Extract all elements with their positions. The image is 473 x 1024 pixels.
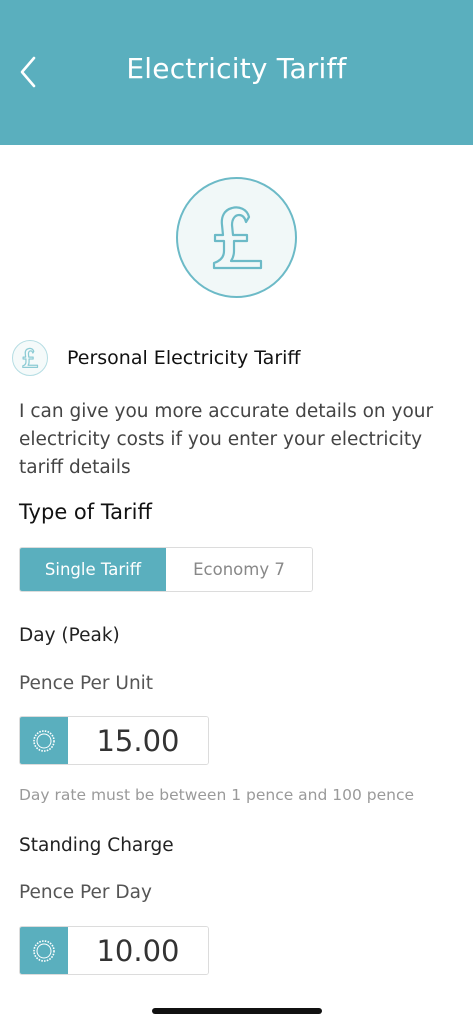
- pence-per-unit-label: Pence Per Unit: [19, 673, 154, 694]
- tariff-type-selector: Single Tariff Economy 7: [19, 547, 313, 592]
- page-title: Electricity Tariff: [126, 52, 347, 85]
- section-title: Personal Electricity Tariff: [67, 347, 301, 369]
- tariff-type-heading: Type of Tariff: [19, 500, 152, 524]
- single-tariff-option[interactable]: Single Tariff: [20, 548, 166, 591]
- tariff-description: I can give you more accurate details on …: [19, 401, 434, 478]
- day-rate-value[interactable]: 15.00: [68, 717, 208, 764]
- day-rate-hint: Day rate must be between 1 pence and 100…: [19, 786, 415, 804]
- economy-7-option[interactable]: Economy 7: [166, 548, 312, 591]
- pence-per-day-label: Pence Per Day: [19, 882, 152, 903]
- standing-charge-input[interactable]: 10.00: [19, 926, 209, 975]
- home-indicator[interactable]: [152, 1008, 322, 1014]
- app-header: Electricity Tariff: [0, 0, 473, 145]
- personal-tariff-header: Personal Electricity Tariff: [12, 340, 301, 376]
- pound-icon: [176, 177, 297, 298]
- standing-charge-value[interactable]: 10.00: [68, 927, 208, 974]
- standing-charge-label: Standing Charge: [19, 835, 174, 856]
- coin-icon: [20, 717, 68, 764]
- coin-icon: [20, 927, 68, 974]
- day-rate-input[interactable]: 15.00: [19, 716, 209, 765]
- day-peak-label: Day (Peak): [19, 625, 120, 646]
- pound-icon: [12, 340, 48, 376]
